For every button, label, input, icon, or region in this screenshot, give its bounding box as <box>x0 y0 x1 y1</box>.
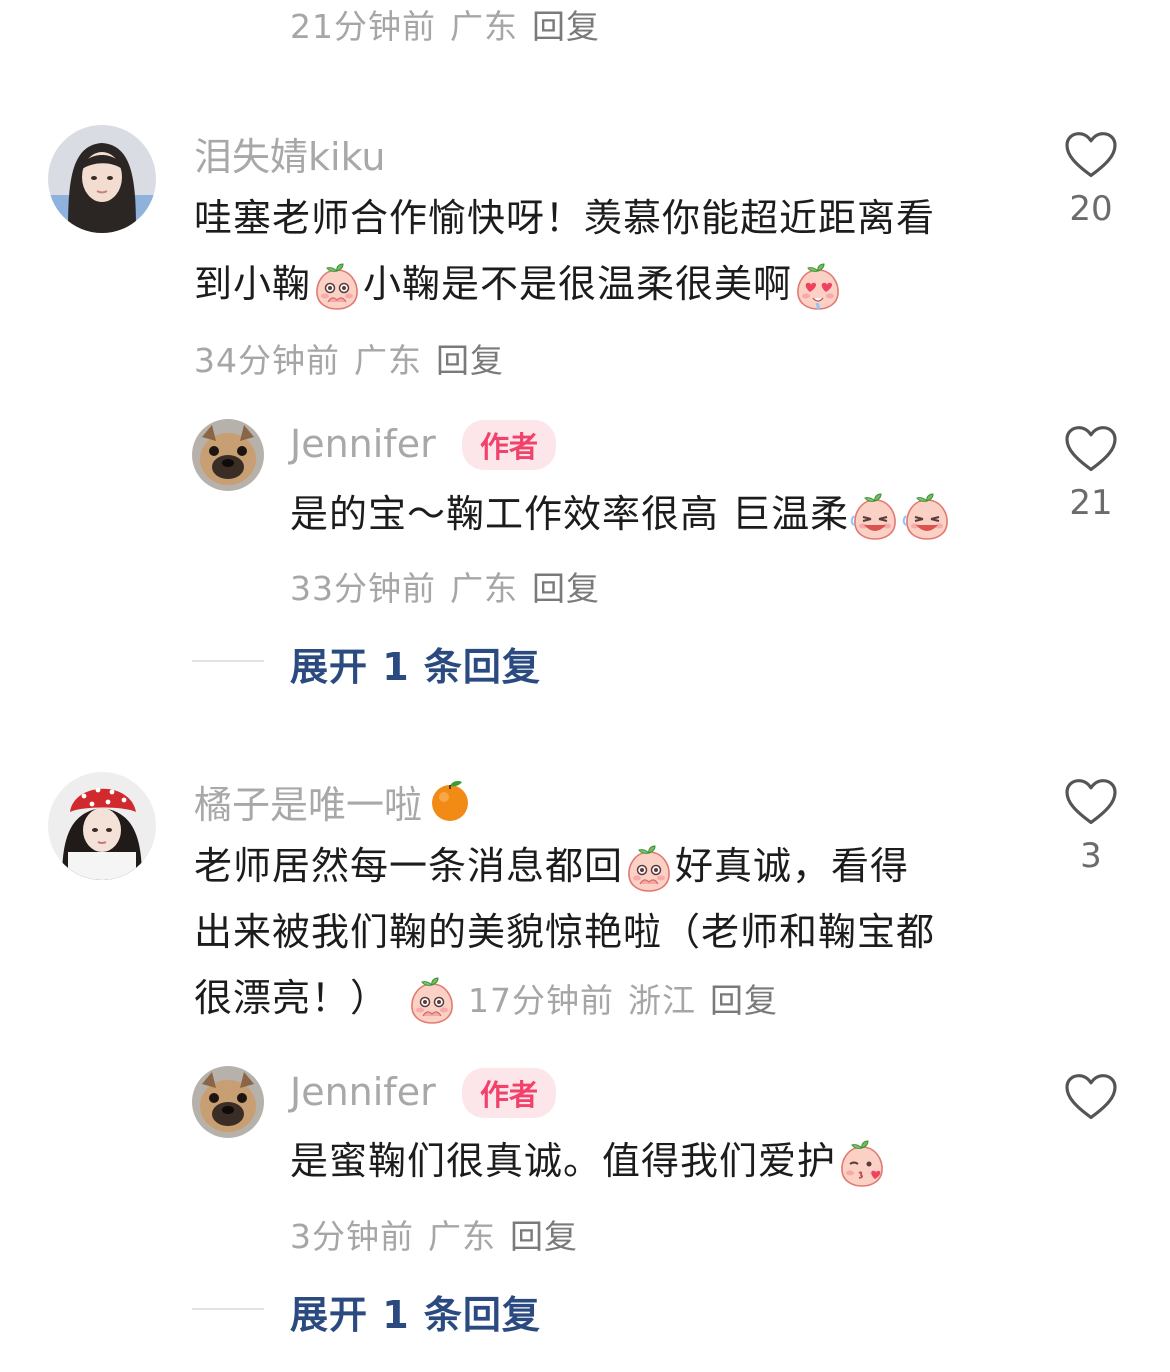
comment-text-line: 到小鞠 小鞠是不是很温柔很美啊 <box>194 251 935 317</box>
reply-username[interactable]: Jennifer <box>290 1070 436 1114</box>
like-count: 21 <box>1069 483 1113 523</box>
reply-time: 3分钟前 <box>290 1217 414 1256</box>
like-button[interactable] <box>1061 1073 1121 1121</box>
author-badge: 作者 <box>462 1068 557 1118</box>
heart-outline-icon <box>1064 425 1118 473</box>
comment-text-segment: 小鞠是不是很温柔很美啊 <box>363 262 793 306</box>
avatar[interactable] <box>192 1066 264 1138</box>
divider <box>192 1308 264 1310</box>
reply-text-segment: 是蜜鞠们很真诚。值得我们爱护 <box>290 1139 837 1183</box>
avatar[interactable] <box>192 419 264 491</box>
expand-replies-button[interactable]: 展开 1 条回复 <box>290 1284 541 1339</box>
expand-replies-button[interactable]: 展开 1 条回复 <box>290 636 541 691</box>
peach-laugh-emoji <box>902 492 952 542</box>
reply-button[interactable]: 回复 <box>532 569 600 608</box>
heart-outline-icon <box>1064 131 1118 179</box>
peach-heart-eyes-emoji <box>793 262 843 312</box>
comment-text-line: 很漂亮！） 17分钟前 浙江 回复 <box>194 965 935 1034</box>
comment-text-segment: 好真诚，看得 <box>675 844 910 888</box>
comment-text: 哇塞老师合作愉快呀！羡慕你能超近距离看 到小鞠 小鞠是不是很温柔很美啊 <box>194 185 935 317</box>
comment-text-segment: 到小鞠 <box>194 262 312 306</box>
comment-username[interactable]: 泪失婧kiku <box>194 126 386 181</box>
like-button[interactable]: 3 <box>1061 778 1121 876</box>
comment-text-line: 出来被我们鞠的美貌惊艳啦（老师和鞠宝都 <box>194 910 936 954</box>
peach-shy-emoji <box>312 262 362 312</box>
peach-shy-emoji <box>407 976 457 1026</box>
like-button[interactable]: 20 <box>1061 131 1121 229</box>
reply-text: 是的宝～鞠工作效率很高 巨温柔 <box>290 481 953 547</box>
like-count: 20 <box>1069 189 1113 229</box>
orange-emoji <box>428 778 472 822</box>
heart-outline-icon <box>1064 778 1118 826</box>
reply-username[interactable]: Jennifer <box>290 422 436 466</box>
comment-username[interactable]: 橘子是唯一啦 <box>194 774 473 829</box>
comment-location: 广东 <box>354 341 422 380</box>
comment-time: 21分钟前 <box>290 7 436 46</box>
peach-shy-emoji <box>624 844 674 894</box>
comment-text-segment: 很漂亮！） <box>194 976 390 1020</box>
comment-meta: 17分钟前 浙江 回复 <box>468 981 792 1020</box>
reply-text: 是蜜鞠们很真诚。值得我们爱护 <box>290 1128 888 1194</box>
divider <box>192 660 264 662</box>
comment-text: 老师居然每一条消息都回 好真诚，看得 出来被我们鞠的美貌惊艳啦（老师和鞠宝都 很漂… <box>194 833 935 1034</box>
comment-time: 34分钟前 <box>194 341 340 380</box>
author-badge: 作者 <box>462 420 557 470</box>
comment-meta: 34分钟前 广东 回复 <box>194 334 518 382</box>
reply-button[interactable]: 回复 <box>510 1217 578 1256</box>
reply-location: 广东 <box>428 1217 496 1256</box>
reply-meta: 33分钟前 广东 回复 <box>290 562 614 610</box>
reply-location: 广东 <box>450 569 518 608</box>
peach-kiss-emoji <box>837 1139 887 1189</box>
heart-outline-icon <box>1064 1073 1118 1121</box>
comment-location: 浙江 <box>628 980 697 1020</box>
like-count: 3 <box>1080 836 1102 876</box>
comment-time: 17分钟前 <box>468 980 615 1020</box>
comment-location: 广东 <box>450 7 518 46</box>
avatar[interactable] <box>48 772 156 880</box>
reply-button[interactable]: 回复 <box>710 981 778 1020</box>
previous-comment-meta: 21分钟前 广东 回复 <box>290 0 614 48</box>
reply-time: 33分钟前 <box>290 569 436 608</box>
comment-text-line: 老师居然每一条消息都回 好真诚，看得 <box>194 833 935 899</box>
comment-text-line: 哇塞老师合作愉快呀！羡慕你能超近距离看 <box>194 196 936 240</box>
comment-text-segment: 老师居然每一条消息都回 <box>194 844 624 888</box>
reply-button[interactable]: 回复 <box>436 341 504 380</box>
peach-laugh-emoji <box>850 492 900 542</box>
reply-text-segment: 是的宝～鞠工作效率很高 巨温柔 <box>290 492 850 536</box>
reply-button[interactable]: 回复 <box>532 7 600 46</box>
avatar[interactable] <box>48 125 156 233</box>
reply-meta: 3分钟前 广东 回复 <box>290 1210 592 1258</box>
comment-username-text: 橘子是唯一啦 <box>194 783 423 827</box>
like-button[interactable]: 21 <box>1061 425 1121 523</box>
